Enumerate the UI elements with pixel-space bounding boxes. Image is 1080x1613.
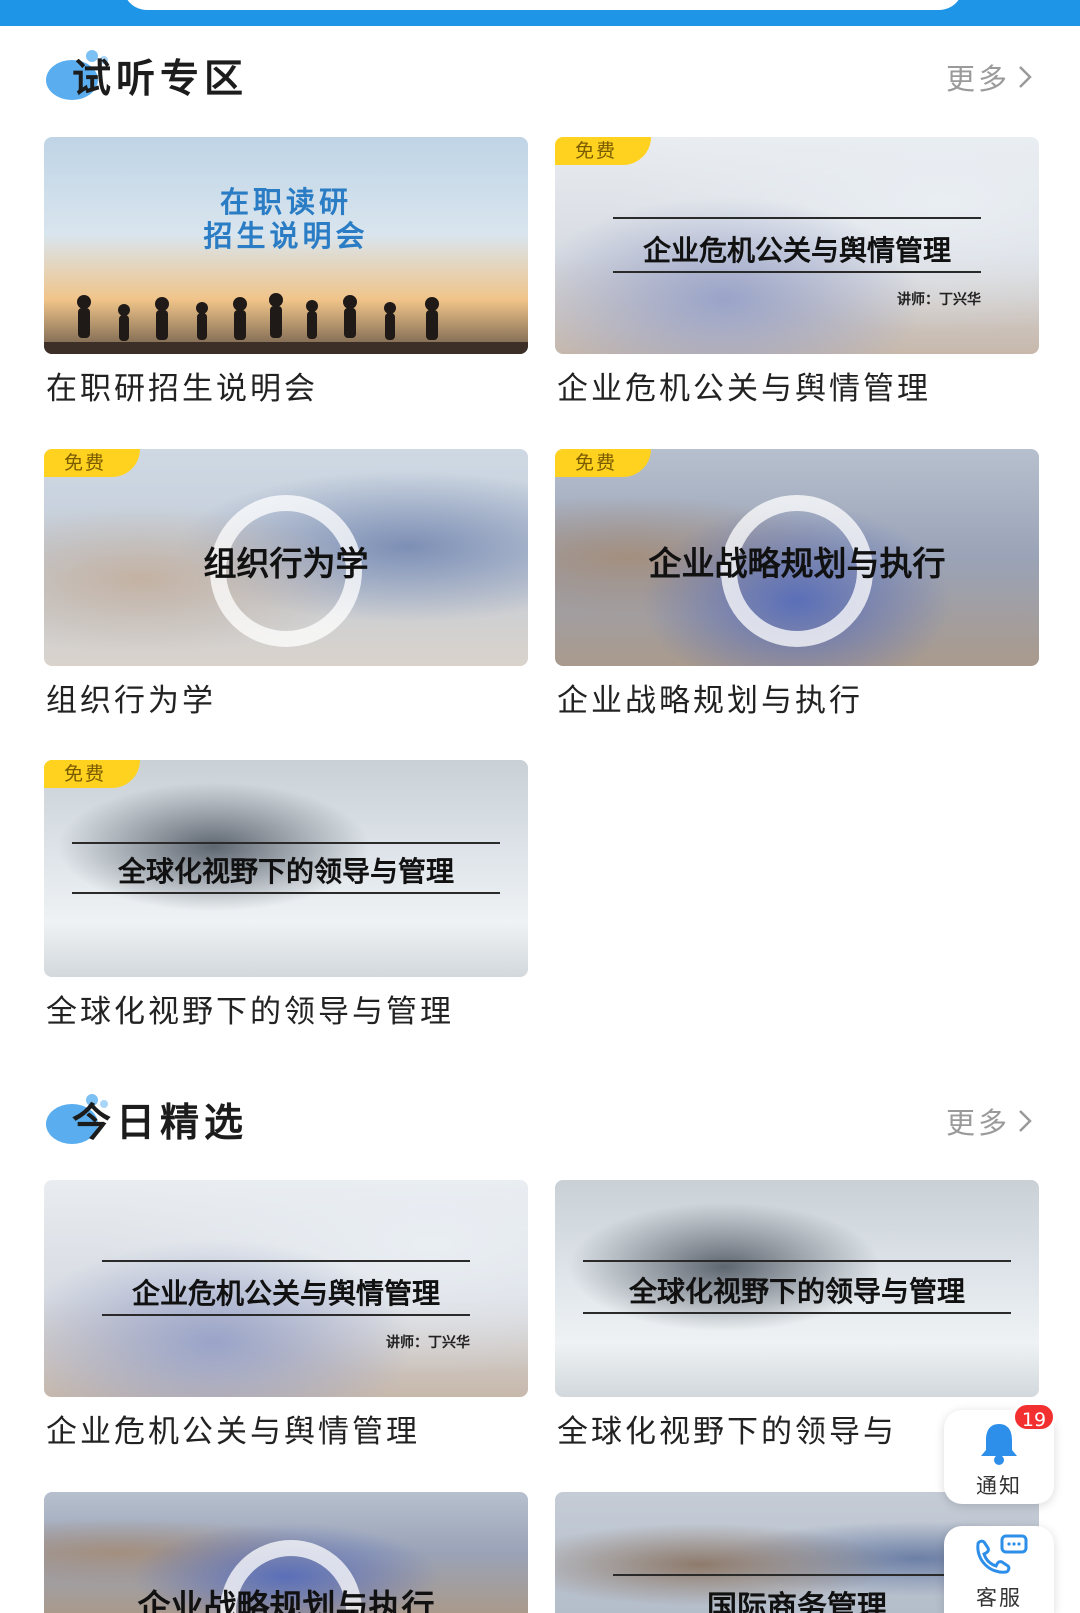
title-rule-top — [583, 1260, 1011, 1262]
section-title: 今日精选 — [72, 1101, 249, 1146]
course-card[interactable]: 企业战略规划与执行 免费 企业战略规划与执行 — [555, 449, 1039, 719]
course-caption: 企业战略规划与执行 — [557, 683, 863, 719]
thumbnail-title: 企业危机公关与舆情管理 — [131, 1277, 440, 1310]
course-thumbnail: 组织行为学 免费 — [44, 449, 528, 666]
chevron-right-icon — [1019, 1110, 1032, 1132]
course-card[interactable]: 在职读研 招生说明会 在职研招生说明会 — [44, 137, 528, 407]
title-rule-bottom — [72, 892, 500, 894]
free-badge: 免费 — [555, 449, 651, 477]
course-thumbnail: 企业危机公关与舆情管理 讲师：丁兴华 — [44, 1180, 528, 1397]
thumbnail-title: 企业战略规划与执行 — [137, 1587, 435, 1613]
course-thumbnail: 企业战略规划与执行 — [44, 1492, 528, 1613]
free-badge: 免费 — [44, 449, 140, 477]
notify-label: 通知 — [976, 1474, 1022, 1498]
course-card[interactable]: 组织行为学 免费 组织行为学 — [44, 449, 528, 719]
search-bar-bottom[interactable] — [123, 0, 963, 10]
more-link[interactable]: 更多 — [946, 56, 1034, 98]
service-label: 客服 — [976, 1586, 1022, 1610]
more-label: 更多 — [945, 62, 1010, 96]
course-card[interactable]: 企业危机公关与舆情管理 讲师：丁兴华 免费 企业危机公关与舆情管理 — [555, 137, 1039, 407]
course-card[interactable]: 全球化视野下的领导与管理 全球化视野下的领导与 — [555, 1180, 1039, 1450]
course-caption: 组织行为学 — [46, 683, 216, 719]
chevron-right-icon — [1019, 66, 1032, 88]
notify-button[interactable]: 19 通知 — [944, 1402, 1056, 1504]
lecturer-label: 讲师：丁兴华 — [897, 292, 981, 308]
free-badge: 免费 — [44, 760, 140, 788]
course-caption: 企业危机公关与舆情管理 — [46, 1414, 420, 1450]
notify-count-badge: 19 — [1012, 1402, 1056, 1432]
bell-icon — [981, 1424, 1017, 1465]
thumbnail-title: 企业战略规划与执行 — [648, 544, 946, 583]
top-header-bar — [0, 0, 1080, 26]
thumbnail-title: 全球化视野下的领导与管理 — [628, 1275, 965, 1308]
title-rule-top — [72, 842, 500, 844]
title-rule-top — [613, 1574, 981, 1576]
thumbnail-title: 企业危机公关与舆情管理 — [642, 234, 951, 267]
more-label: 更多 — [945, 1106, 1010, 1140]
course-thumbnail: 全球化视野下的领导与管理 免费 — [44, 760, 528, 977]
section-title: 试听专区 — [72, 57, 249, 102]
title-rule-top — [102, 1260, 470, 1262]
lecturer-label: 讲师：丁兴华 — [386, 1335, 470, 1351]
course-thumbnail: 企业战略规划与执行 免费 — [555, 449, 1039, 666]
title-rule-bottom — [583, 1312, 1011, 1314]
title-rule-bottom — [102, 1314, 470, 1316]
silhouettes-image — [44, 293, 528, 354]
thumbnail-title: 全球化视野下的领导与管理 — [117, 855, 454, 888]
headset-icon — [976, 1534, 1028, 1574]
customer-service-button[interactable]: 客服 — [944, 1526, 1054, 1613]
thumbnail-title-line-2: 招生说明会 — [203, 219, 369, 253]
course-card[interactable]: 企业战略规划与执行 — [44, 1492, 528, 1613]
title-rule-bottom — [613, 271, 981, 273]
thumbnail-title: 组织行为学 — [203, 544, 369, 583]
course-card[interactable]: 企业危机公关与舆情管理 讲师：丁兴华 企业危机公关与舆情管理 — [44, 1180, 528, 1450]
course-caption: 在职研招生说明会 — [46, 371, 318, 407]
title-rule-top — [613, 217, 981, 219]
free-badge: 免费 — [555, 137, 651, 165]
course-caption: 全球化视野下的领导与管理 — [46, 994, 454, 1030]
course-thumbnail: 企业危机公关与舆情管理 讲师：丁兴华 免费 — [555, 137, 1039, 354]
course-caption: 全球化视野下的领导与 — [557, 1414, 897, 1450]
course-caption: 企业危机公关与舆情管理 — [557, 371, 931, 407]
course-card[interactable]: 全球化视野下的领导与管理 免费 全球化视野下的领导与管理 — [44, 760, 528, 1030]
course-thumbnail: 全球化视野下的领导与管理 — [555, 1180, 1039, 1397]
section-header-trial: 试听专区 更多 — [0, 38, 1080, 108]
more-link[interactable]: 更多 — [946, 1100, 1034, 1142]
section-header-daily: 今日精选 更多 — [0, 1082, 1080, 1152]
course-thumbnail: 在职读研 招生说明会 — [44, 137, 528, 354]
